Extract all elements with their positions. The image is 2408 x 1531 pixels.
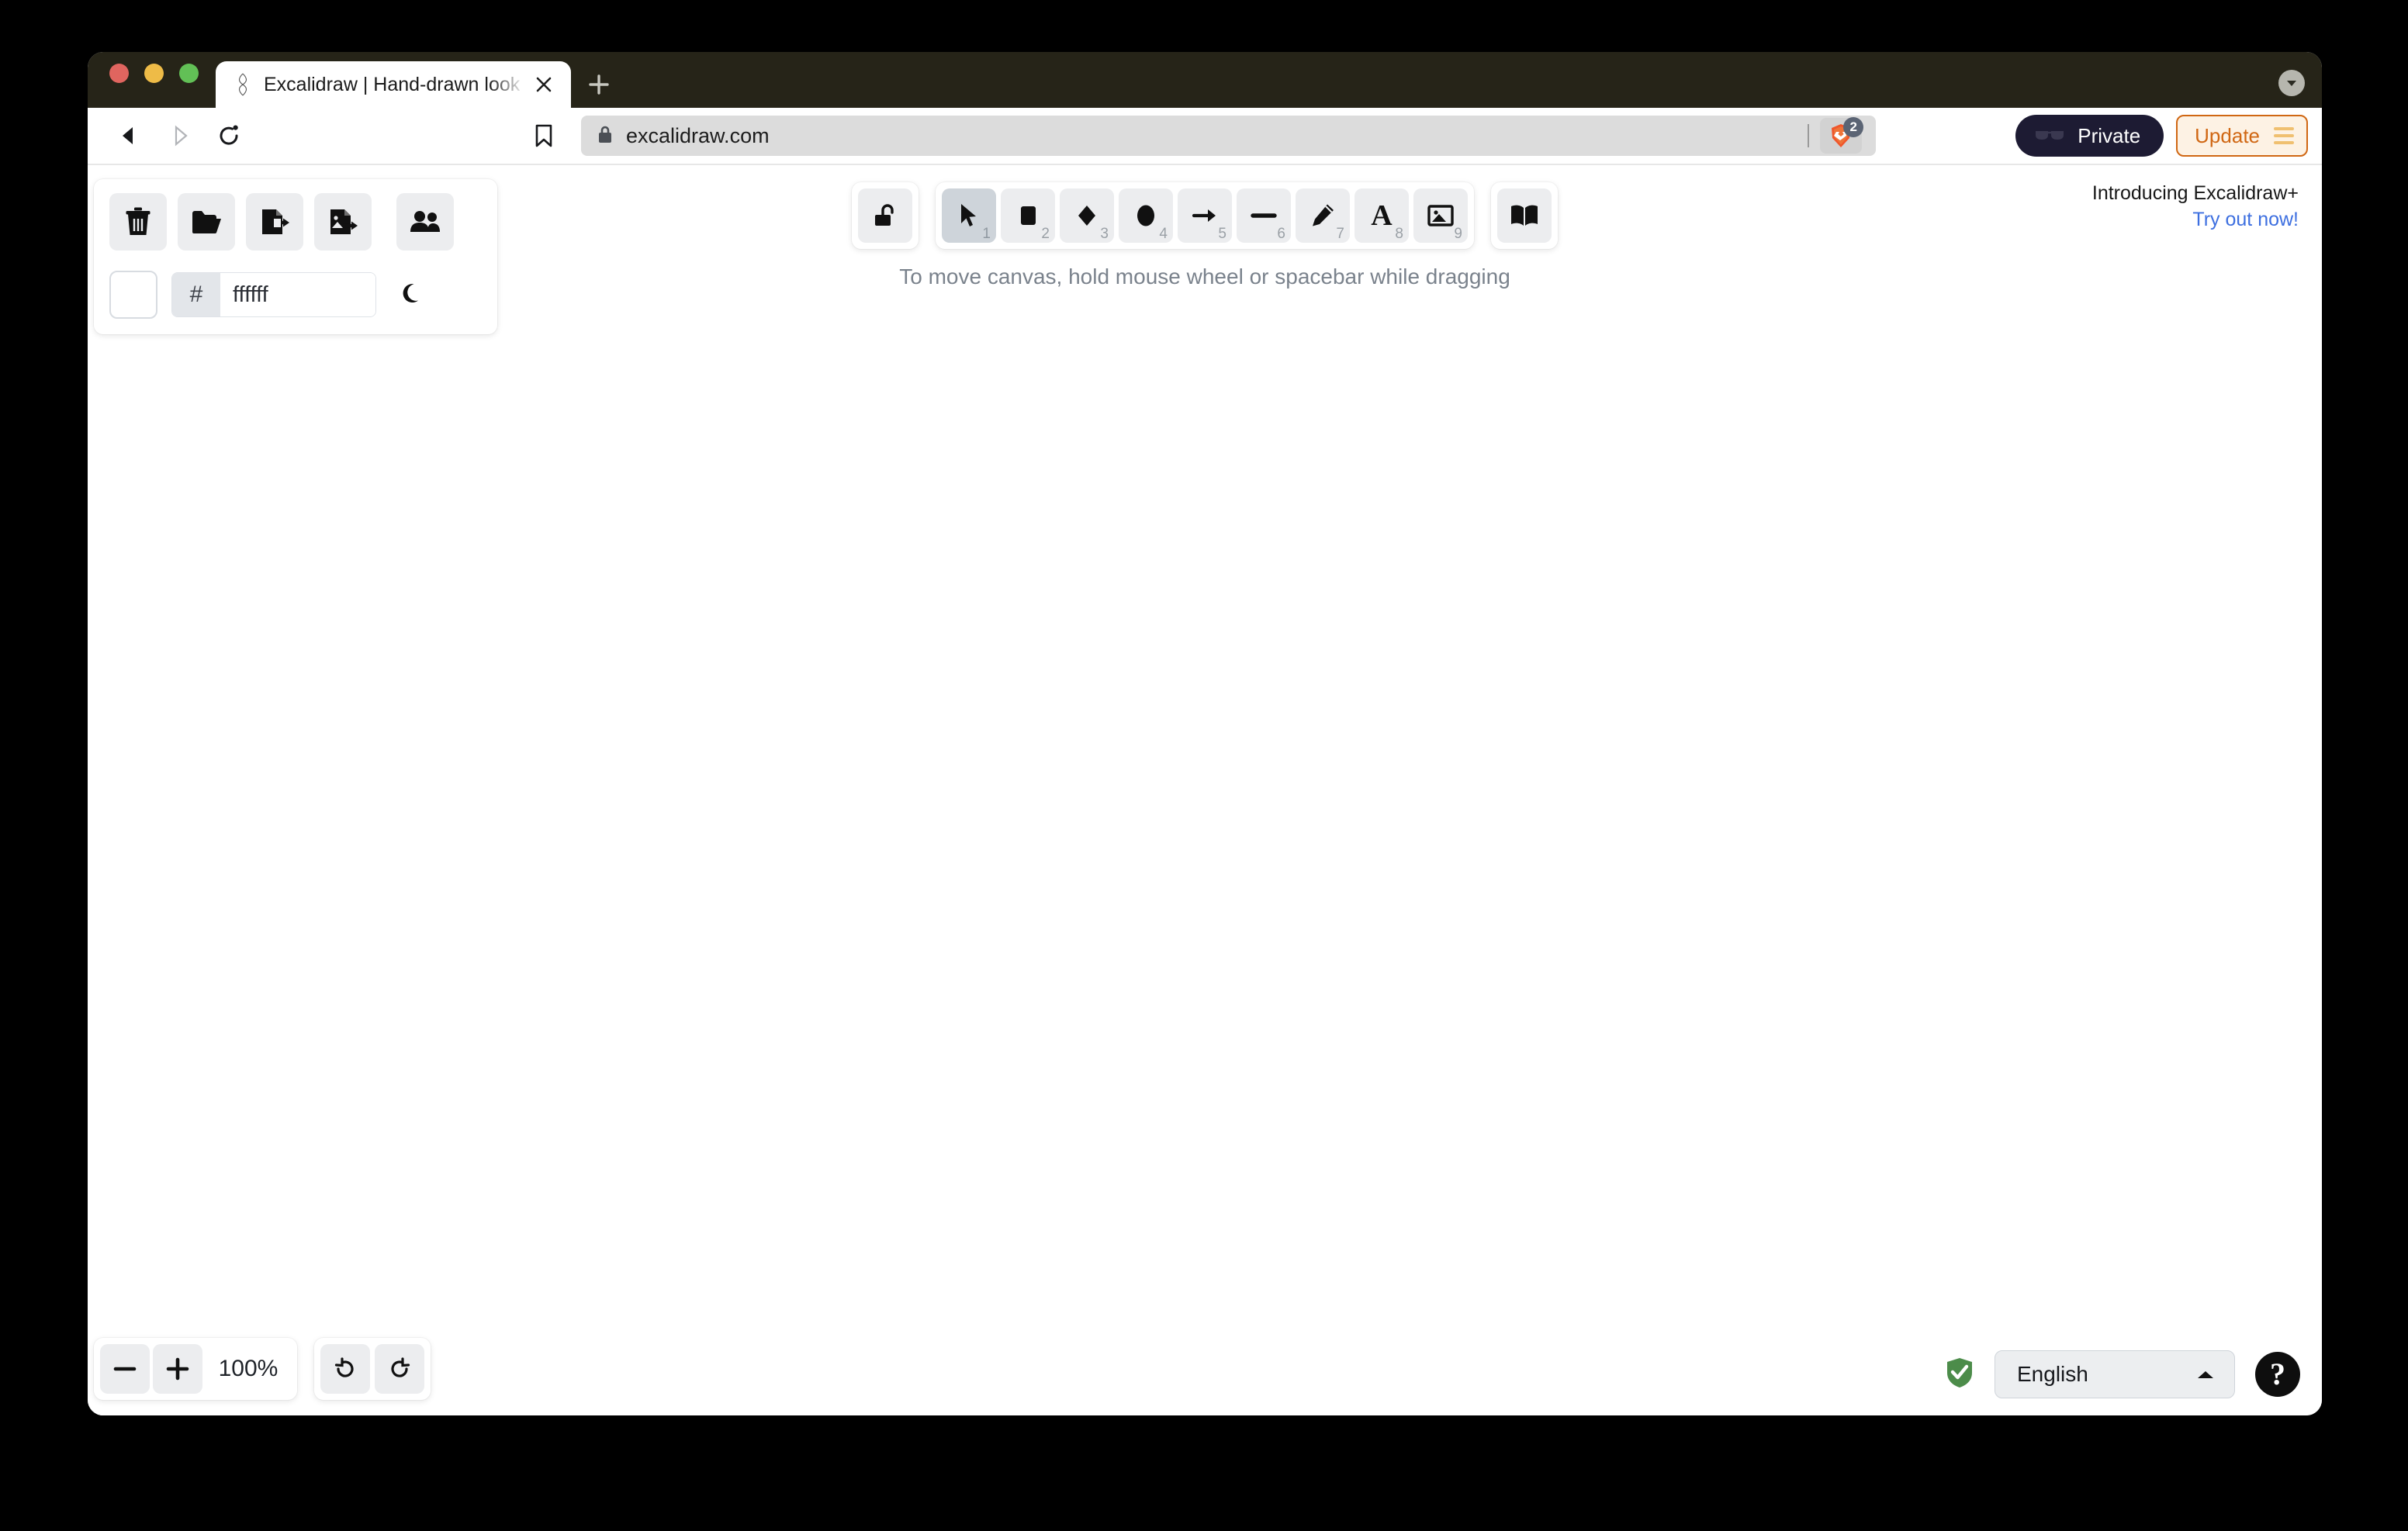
excalidraw-canvas-area[interactable]: # ffffff 1 2 3 4 5 6 7 A 8 9 To move can…	[88, 165, 2322, 1415]
url-bar[interactable]: excalidraw.com 2	[581, 116, 1877, 156]
window-minimize-button[interactable]	[144, 63, 164, 83]
green-shield-check-icon	[1945, 1356, 1974, 1393]
reload-icon[interactable]	[207, 114, 251, 157]
hamburger-menu-icon[interactable]	[2274, 127, 2294, 144]
excalidraw-favicon-icon	[233, 73, 253, 96]
tool-shortcut-key: 4	[1159, 226, 1168, 242]
update-button[interactable]: Update	[2176, 115, 2308, 157]
reset-canvas-button[interactable]	[109, 193, 167, 251]
browser-tab-title: Excalidraw | Hand-drawn look &	[264, 73, 520, 95]
navigation-bar: excalidraw.com 2 Private Update	[88, 108, 2322, 165]
tool-diamond[interactable]: 3	[1060, 188, 1114, 243]
tool-shortcut-key: 8	[1395, 226, 1403, 242]
file-actions-row	[109, 193, 482, 251]
shields-group: 2	[1808, 116, 1865, 156]
brave-lion-shield-icon[interactable]: 2	[1820, 117, 1864, 154]
update-label: Update	[2195, 123, 2260, 147]
tool-shortcut-key: 6	[1277, 226, 1285, 242]
zoom-out-button[interactable]	[100, 1344, 150, 1394]
library-button[interactable]	[1497, 188, 1552, 243]
window-close-button[interactable]	[109, 63, 129, 83]
new-tab-button[interactable]	[576, 61, 622, 108]
tool-shortcut-key: 1	[982, 226, 991, 242]
tool-shortcut-key: 9	[1454, 226, 1462, 242]
lock-tool-button[interactable]	[858, 188, 912, 243]
shields-blocked-count: 2	[1843, 117, 1864, 137]
canvas-background-row: # ffffff	[109, 271, 482, 319]
site-lock-icon	[597, 124, 614, 148]
tool-line[interactable]: 6	[1237, 188, 1291, 243]
tab-list: Excalidraw | Hand-drawn look &	[216, 52, 622, 108]
text-a-icon: A	[1371, 199, 1393, 232]
tool-image[interactable]: 9	[1413, 188, 1468, 243]
hex-prefix-label: #	[172, 273, 220, 316]
forward-icon	[157, 114, 201, 157]
sunglasses-icon	[2034, 124, 2065, 148]
history-island	[314, 1338, 431, 1400]
tool-shortcut-key: 5	[1218, 226, 1226, 242]
canvas-background-swatch[interactable]	[109, 271, 157, 319]
undo-button[interactable]	[320, 1344, 370, 1394]
tab-strip: Excalidraw | Hand-drawn look &	[88, 52, 2322, 108]
promo-link[interactable]: Try out now!	[2092, 207, 2299, 233]
tool-arrow[interactable]: 5	[1178, 188, 1232, 243]
browser-window: Excalidraw | Hand-drawn look & excalidra…	[88, 52, 2322, 1415]
divider	[1808, 124, 1810, 147]
export-image-button[interactable]	[314, 193, 372, 251]
lock-tool-island	[852, 182, 919, 249]
excalidraw-plus-promo: Introducing Excalidraw+ Try out now!	[2092, 181, 2299, 233]
zoom-island: 100%	[94, 1338, 297, 1400]
tool-text[interactable]: A 8	[1354, 188, 1409, 243]
tab-search-icon[interactable]	[2278, 70, 2305, 96]
redo-button[interactable]	[375, 1344, 424, 1394]
back-icon[interactable]	[108, 114, 151, 157]
help-label: ?	[2270, 1356, 2285, 1391]
open-button[interactable]	[178, 193, 235, 251]
window-maximize-button[interactable]	[179, 63, 199, 83]
window-controls	[88, 52, 216, 108]
canvas-background-hex-input[interactable]: # ffffff	[171, 272, 376, 317]
tool-rectangle[interactable]: 2	[1001, 188, 1055, 243]
language-select[interactable]: English	[1995, 1350, 2235, 1398]
toolbar-row: 1 2 3 4 5 6 7 A 8 9	[852, 182, 1558, 249]
tool-ellipse[interactable]: 4	[1119, 188, 1173, 243]
tool-shortcut-key: 2	[1041, 226, 1050, 242]
close-icon[interactable]	[531, 71, 557, 98]
tool-draw[interactable]: 7	[1296, 188, 1350, 243]
chevron-up-icon	[2195, 1362, 2216, 1387]
browser-tab-excalidraw[interactable]: Excalidraw | Hand-drawn look &	[216, 61, 571, 108]
tool-selection[interactable]: 1	[942, 188, 996, 243]
save-to-file-button[interactable]	[246, 193, 303, 251]
language-value: English	[2017, 1362, 2088, 1386]
left-menu-island: # ffffff	[94, 179, 497, 334]
promo-title: Introducing Excalidraw+	[2091, 182, 2299, 204]
help-button[interactable]: ?	[2255, 1352, 2300, 1397]
zoom-level-label[interactable]: 100%	[206, 1356, 291, 1382]
tool-shortcut-key: 7	[1336, 226, 1344, 242]
shape-tools-island: 1 2 3 4 5 6 7 A 8 9	[936, 182, 1474, 249]
private-label: Private	[2078, 123, 2141, 147]
zoom-in-button[interactable]	[153, 1344, 202, 1394]
canvas-hint-text: To move canvas, hold mouse wheel or spac…	[899, 264, 1510, 289]
url-text[interactable]: excalidraw.com	[626, 124, 1795, 148]
tool-shortcut-key: 3	[1100, 226, 1109, 242]
bottom-right-controls: English ?	[1945, 1350, 2300, 1398]
moon-icon[interactable]	[390, 273, 434, 316]
bottom-left-controls: 100%	[94, 1338, 431, 1400]
private-window-indicator[interactable]: Private	[2015, 115, 2164, 157]
hex-value-text[interactable]: ffffff	[220, 273, 375, 316]
bookmark-icon[interactable]	[522, 114, 566, 157]
library-island	[1491, 182, 1558, 249]
live-collaboration-button[interactable]	[396, 193, 454, 251]
